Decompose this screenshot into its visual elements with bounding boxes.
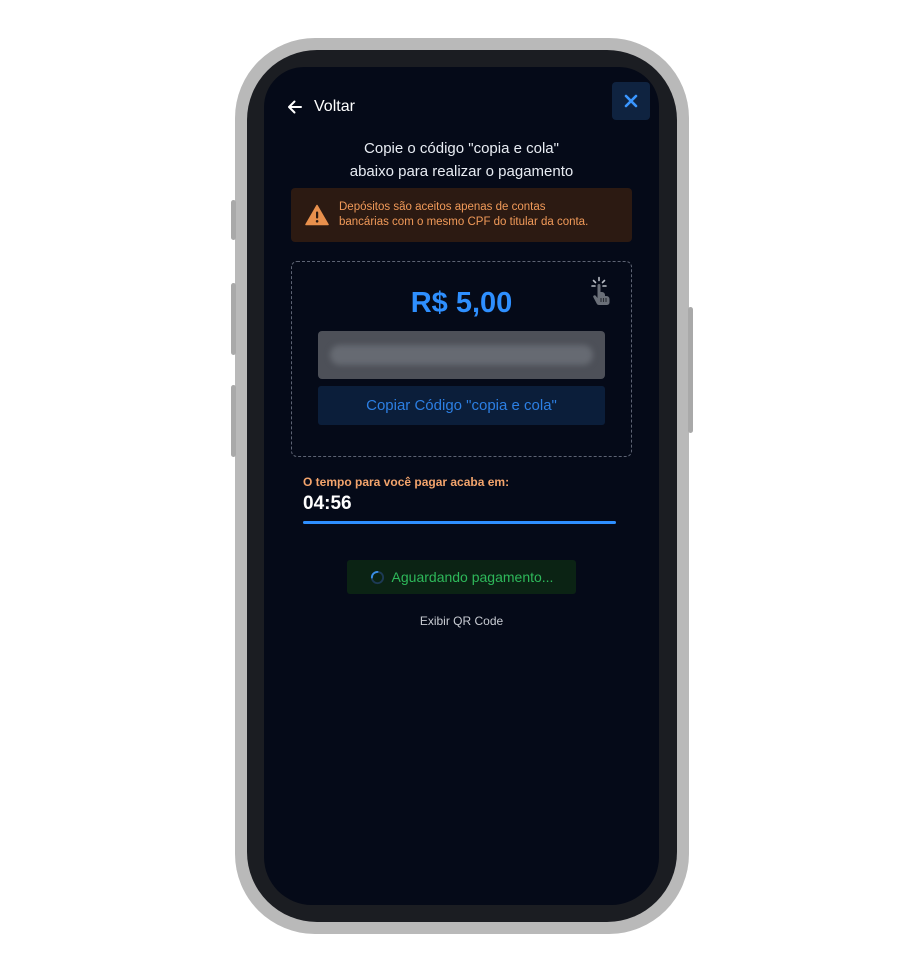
payment-amount: R$ 5,00 <box>410 287 513 319</box>
close-button[interactable] <box>612 82 650 120</box>
pix-code-blurred-text <box>330 345 593 365</box>
phone-volume-up-button <box>231 283 236 355</box>
show-qr-code-link[interactable]: Exibir QR Code <box>264 614 659 628</box>
warning-line-2: bancárias com o mesmo CPF do titular da … <box>339 216 589 228</box>
phone-screen: Voltar Copie o código "copia e cola" aba… <box>264 67 659 905</box>
arrow-left-icon <box>288 100 302 114</box>
warning-triangle-icon <box>305 204 329 226</box>
timer-progress-bar <box>303 521 616 524</box>
phone-side-button <box>231 200 236 240</box>
timer-progress-fill <box>303 521 616 524</box>
timer-label: O tempo para você pagar acaba em: <box>303 475 510 489</box>
back-button[interactable]: Voltar <box>286 98 355 116</box>
warning-line-1: Depósitos são aceitos apenas de contas <box>339 201 546 213</box>
warning-text: Depósitos são aceitos apenas de contas b… <box>339 200 588 230</box>
payment-status-badge: Aguardando pagamento... <box>347 560 576 594</box>
phone-volume-down-button <box>231 385 236 457</box>
pix-code-field[interactable] <box>318 331 605 379</box>
instructions-line-1: Copie o código "copia e cola" <box>364 140 559 157</box>
loading-spinner-icon <box>370 570 384 584</box>
instructions-line-2: abaixo para realizar o pagamento <box>349 163 574 180</box>
cpf-warning-banner: Depósitos são aceitos apenas de contas b… <box>291 188 632 242</box>
close-icon <box>624 94 638 108</box>
phone-power-button <box>688 307 693 433</box>
payment-status-text: Aguardando pagamento... <box>391 569 554 585</box>
payment-instructions: Copie o código "copia e cola" abaixo par… <box>264 137 659 183</box>
timer-value: 04:56 <box>303 493 352 514</box>
copy-code-button[interactable]: Copiar Código "copia e cola" <box>318 386 605 425</box>
back-label: Voltar <box>314 98 355 115</box>
